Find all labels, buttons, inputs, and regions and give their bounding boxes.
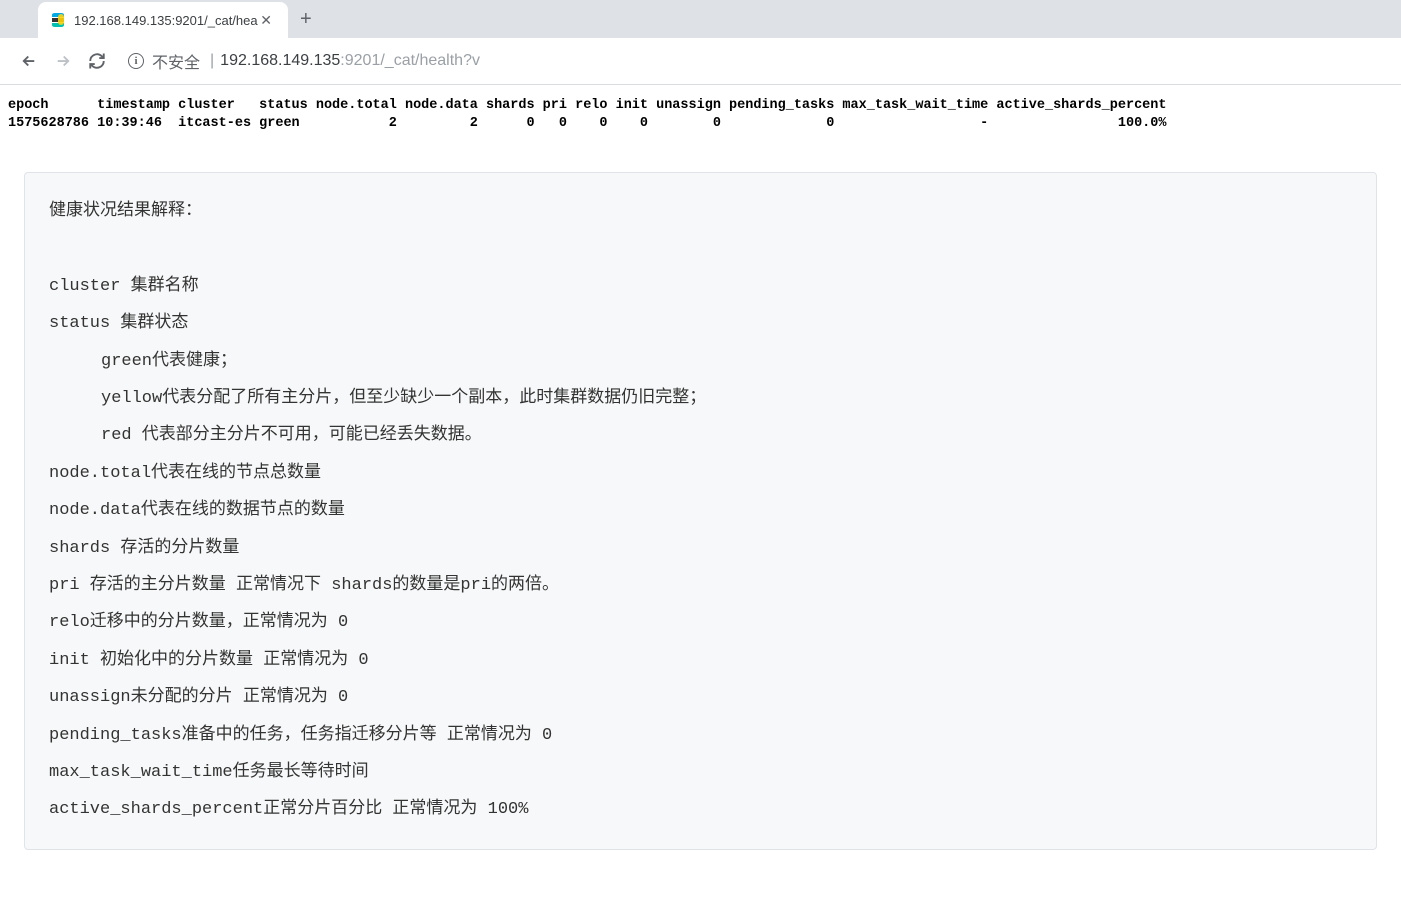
doc-line: status 集群状态 [49, 305, 1352, 342]
doc-line: cluster 集群名称 [49, 268, 1352, 305]
forward-button[interactable] [48, 46, 78, 76]
output-header: epoch timestamp cluster status node.tota… [8, 98, 1167, 113]
navigation-bar: i 不安全 | 192.168.149.135:9201/_cat/health… [0, 38, 1401, 85]
doc-line: pri 存活的主分片数量 正常情况下 shards的数量是pri的两倍。 [49, 567, 1352, 604]
explanation-box: 健康状况结果解释： cluster 集群名称status 集群状态green代表… [24, 172, 1377, 850]
browser-chrome: 192.168.149.135:9201/_cat/hea ✕ + i 不安全 … [0, 0, 1401, 85]
not-secure-icon: i [128, 53, 144, 69]
doc-line: red 代表部分主分片不可用，可能已经丢失数据。 [49, 417, 1352, 454]
doc-blank [49, 230, 1352, 267]
back-button[interactable] [14, 46, 44, 76]
doc-line: unassign未分配的分片 正常情况为 0 [49, 679, 1352, 716]
doc-line: active_shards_percent正常分片百分比 正常情况为 100% [49, 791, 1352, 828]
tab-bar: 192.168.149.135:9201/_cat/hea ✕ + [0, 0, 1401, 38]
url-path: /_cat/health?v [380, 52, 480, 70]
cat-health-output: epoch timestamp cluster status node.tota… [8, 97, 1393, 132]
doc-line: shards 存活的分片数量 [49, 530, 1352, 567]
url-host: 192.168.149.135 [220, 52, 340, 70]
doc-lines-container: cluster 集群名称status 集群状态green代表健康；yellow代… [49, 268, 1352, 829]
doc-line: node.data代表在线的数据节点的数量 [49, 492, 1352, 529]
doc-line: green代表健康； [49, 343, 1352, 380]
doc-line: yellow代表分配了所有主分片，但至少缺少一个副本，此时集群数据仍旧完整； [49, 380, 1352, 417]
doc-line: relo迁移中的分片数量，正常情况为 0 [49, 604, 1352, 641]
not-secure-label: 不安全 [152, 49, 200, 73]
url-separator: | [210, 52, 214, 70]
doc-line: pending_tasks准备中的任务，任务指迁移分片等 正常情况为 0 [49, 717, 1352, 754]
browser-tab[interactable]: 192.168.149.135:9201/_cat/hea ✕ [38, 2, 288, 38]
elasticsearch-favicon-icon [50, 12, 66, 28]
output-row: 1575628786 10:39:46 itcast-es green 2 2 … [8, 116, 1167, 131]
doc-line: init 初始化中的分片数量 正常情况为 0 [49, 642, 1352, 679]
doc-line: max_task_wait_time任务最长等待时间 [49, 754, 1352, 791]
close-tab-icon[interactable]: ✕ [260, 12, 272, 29]
reload-button[interactable] [82, 46, 112, 76]
url-port: :9201 [340, 52, 380, 70]
new-tab-button[interactable]: + [300, 8, 312, 31]
address-bar[interactable]: i 不安全 | 192.168.149.135:9201/_cat/health… [128, 49, 1387, 73]
page-content: epoch timestamp cluster status node.tota… [0, 85, 1401, 862]
doc-line: node.total代表在线的节点总数量 [49, 455, 1352, 492]
tab-title: 192.168.149.135:9201/_cat/hea [74, 13, 258, 28]
doc-title: 健康状况结果解释： [49, 193, 1352, 230]
